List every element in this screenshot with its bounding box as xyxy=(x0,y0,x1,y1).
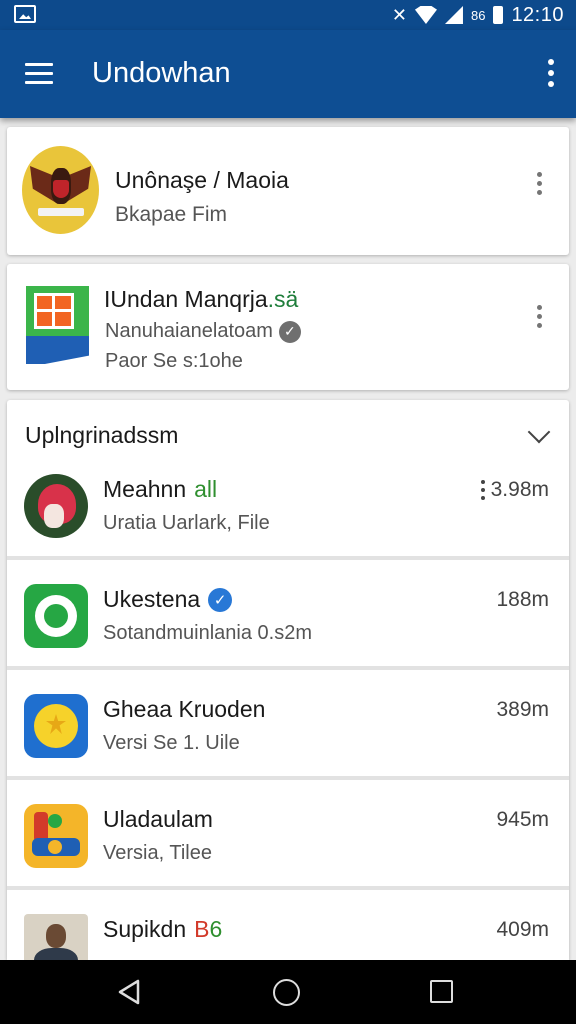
item-subtitle: Versia, Tilee xyxy=(103,842,212,864)
item-size: 945m xyxy=(496,808,549,831)
item-title-text: Supikdn xyxy=(103,916,187,942)
list-item[interactable]: Gheaa Kruoden Versi Se 1. Uile 389m xyxy=(7,666,569,776)
item-subtitle: Uratia Uarlark, File xyxy=(103,512,270,534)
emblem-icon xyxy=(22,146,99,234)
item-size: 188m xyxy=(496,588,549,611)
mute-icon: ✕ xyxy=(391,5,407,25)
clock: 12:10 xyxy=(511,3,564,26)
app-bar: Undowhan xyxy=(0,30,576,118)
item-size-text: 3.98m xyxy=(490,478,549,501)
menu-icon[interactable] xyxy=(25,63,53,85)
item-size: 3.98m xyxy=(480,478,549,502)
card-title: Unônaşe / Maoia xyxy=(115,167,289,193)
app-title: Undowhan xyxy=(92,57,231,89)
card-subtitle-2: Paor Se s:1ohe xyxy=(105,350,243,372)
divider xyxy=(7,666,569,670)
toy-icon xyxy=(24,804,88,868)
item-size: 389m xyxy=(496,698,549,721)
app-card[interactable]: IUndan Manqrja.sä Nanuhaianelatoam ✓ Pao… xyxy=(7,264,569,390)
list-item[interactable]: Supikdn B6 409m xyxy=(7,886,569,960)
overflow-menu-icon[interactable] xyxy=(548,59,554,87)
chevron-down-icon[interactable] xyxy=(527,420,551,444)
accent-green-text: 6 xyxy=(209,916,223,942)
app-card[interactable]: Unônaşe / Maoia Bkapaе Fim xyxy=(7,127,569,255)
verified-icon: ✓ xyxy=(278,320,301,343)
status-bar: ✕ 86 12:10 xyxy=(0,0,576,30)
card-more-icon[interactable] xyxy=(537,305,542,329)
item-title-text: Ukestena xyxy=(103,586,201,612)
item-subtitle: Versi Se 1. Uile xyxy=(103,732,240,754)
home-icon[interactable] xyxy=(273,979,300,1006)
item-more-icon[interactable] xyxy=(480,480,485,500)
recents-icon[interactable] xyxy=(430,980,453,1003)
battery-icon xyxy=(493,6,504,24)
item-title: Supikdn B6 xyxy=(103,916,222,943)
person-icon xyxy=(24,914,88,960)
section-title: Uplngrinadssm xyxy=(25,422,179,448)
back-icon[interactable] xyxy=(114,977,144,1007)
card-subtitle: Bkapaе Fim xyxy=(115,203,228,226)
status-icons: ✕ 86 12:10 xyxy=(392,3,564,27)
signal-icon xyxy=(444,6,463,24)
card-more-icon[interactable] xyxy=(537,172,542,196)
item-size: 409m xyxy=(496,918,549,941)
window-app-icon xyxy=(26,286,89,366)
list-item[interactable]: Ukestena ✓ Sotandmuinlania 0.s2m 188m xyxy=(7,556,569,666)
battery-percent: 86 xyxy=(470,7,486,23)
sun-icon xyxy=(24,694,88,758)
list-item[interactable]: Meahnn all Uratia Uarlark, File 3.98m xyxy=(7,446,569,556)
item-subtitle: Sotandmuinlania 0.s2m xyxy=(103,622,313,644)
item-title: Uladaulam xyxy=(103,806,213,832)
card-subtitle-text: Nanuhaianelatoam xyxy=(105,320,273,342)
item-title-accent: B6 xyxy=(194,916,222,943)
ring-icon xyxy=(24,584,88,648)
divider xyxy=(7,556,569,560)
divider xyxy=(7,776,569,780)
wifi-icon xyxy=(414,6,437,24)
image-icon xyxy=(14,5,36,23)
item-title: Gheaa Kruoden xyxy=(103,696,266,722)
card-subtitle: Nanuhaianelatoam ✓ xyxy=(105,320,301,343)
updates-section: Uplngrinadssm Meahnn all Uratia Uarlark,… xyxy=(7,400,569,960)
parrot-icon xyxy=(24,474,88,538)
card-title-text: IUndan Manqrja xyxy=(104,286,268,312)
verified-icon: ✓ xyxy=(208,587,233,612)
card-title: IUndan Manqrja.sä xyxy=(104,286,298,313)
accent-red-text: B xyxy=(194,916,210,942)
item-title: Meahnn all xyxy=(103,476,217,503)
card-title-accent: .sä xyxy=(267,286,299,312)
divider xyxy=(7,886,569,890)
item-title: Ukestena ✓ xyxy=(103,586,233,613)
list-item[interactable]: Uladaulam Versia, Tilee 945m xyxy=(7,776,569,886)
item-title-accent: all xyxy=(194,476,218,502)
navigation-bar xyxy=(0,960,576,1024)
item-title-text: Meahnn xyxy=(103,476,187,502)
